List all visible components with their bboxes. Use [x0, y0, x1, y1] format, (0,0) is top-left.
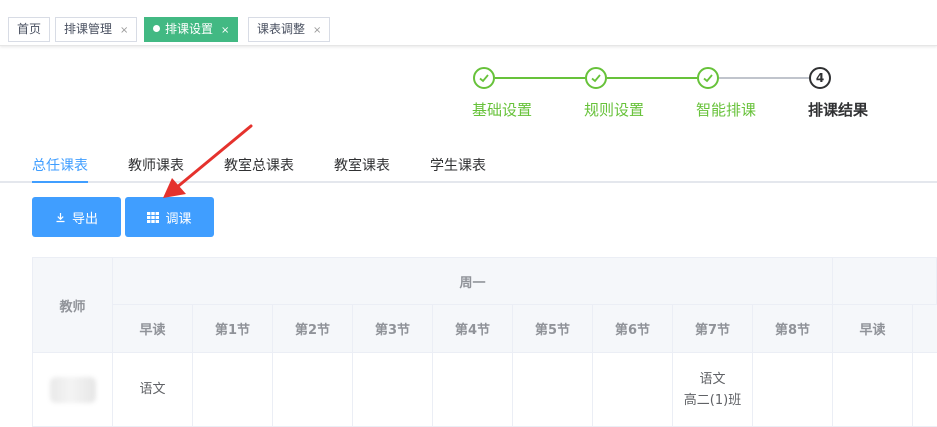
- schedule-cell[interactable]: [753, 353, 833, 427]
- schedule-cell[interactable]: [913, 353, 937, 427]
- day-header-next: [833, 257, 937, 305]
- schedule-cell[interactable]: [833, 353, 913, 427]
- schedule-cell[interactable]: [353, 353, 433, 427]
- period-header: 第: [913, 305, 937, 353]
- day-header: 周一: [113, 257, 833, 305]
- blurred-teacher-name: [49, 376, 96, 403]
- schedule-cell[interactable]: 语文高二(1)班: [673, 353, 753, 427]
- day-header-label: 周一: [459, 275, 486, 291]
- period-header: 第3节: [353, 305, 433, 353]
- period-header: 第4节: [433, 305, 513, 353]
- schedule-cell[interactable]: [513, 353, 593, 427]
- schedule-cell[interactable]: [273, 353, 353, 427]
- cell-text: 语文: [139, 382, 166, 397]
- schedule-table: 教师 周一 早读第1节第2节第3节第4节第5节第6节第7节第8节早读第 语文语文…: [32, 257, 937, 427]
- period-header: 第5节: [513, 305, 593, 353]
- schedule-cell[interactable]: [433, 353, 513, 427]
- schedule-cell[interactable]: [193, 353, 273, 427]
- cell-text: 高二(1)班: [683, 392, 742, 408]
- period-header: 早读: [113, 305, 193, 353]
- period-header: 第6节: [593, 305, 673, 353]
- schedule-page: 首页 排课管理 × 排课设置 × 课表调整 × 4 基础设置 规则设置 智能排课 排课…: [0, 0, 937, 427]
- period-header: 第7节: [673, 305, 753, 353]
- schedule-cell[interactable]: [593, 353, 673, 427]
- period-header: 第1节: [193, 305, 273, 353]
- schedule-cell[interactable]: 语文: [113, 353, 193, 427]
- cell-text: 语文: [699, 371, 726, 387]
- teacher-cell: [32, 353, 113, 427]
- teacher-header: 教师: [32, 257, 113, 353]
- period-header: 第8节: [753, 305, 833, 353]
- teacher-header-label: 教师: [59, 299, 86, 315]
- period-header: 第2节: [273, 305, 353, 353]
- period-header: 早读: [833, 305, 913, 353]
